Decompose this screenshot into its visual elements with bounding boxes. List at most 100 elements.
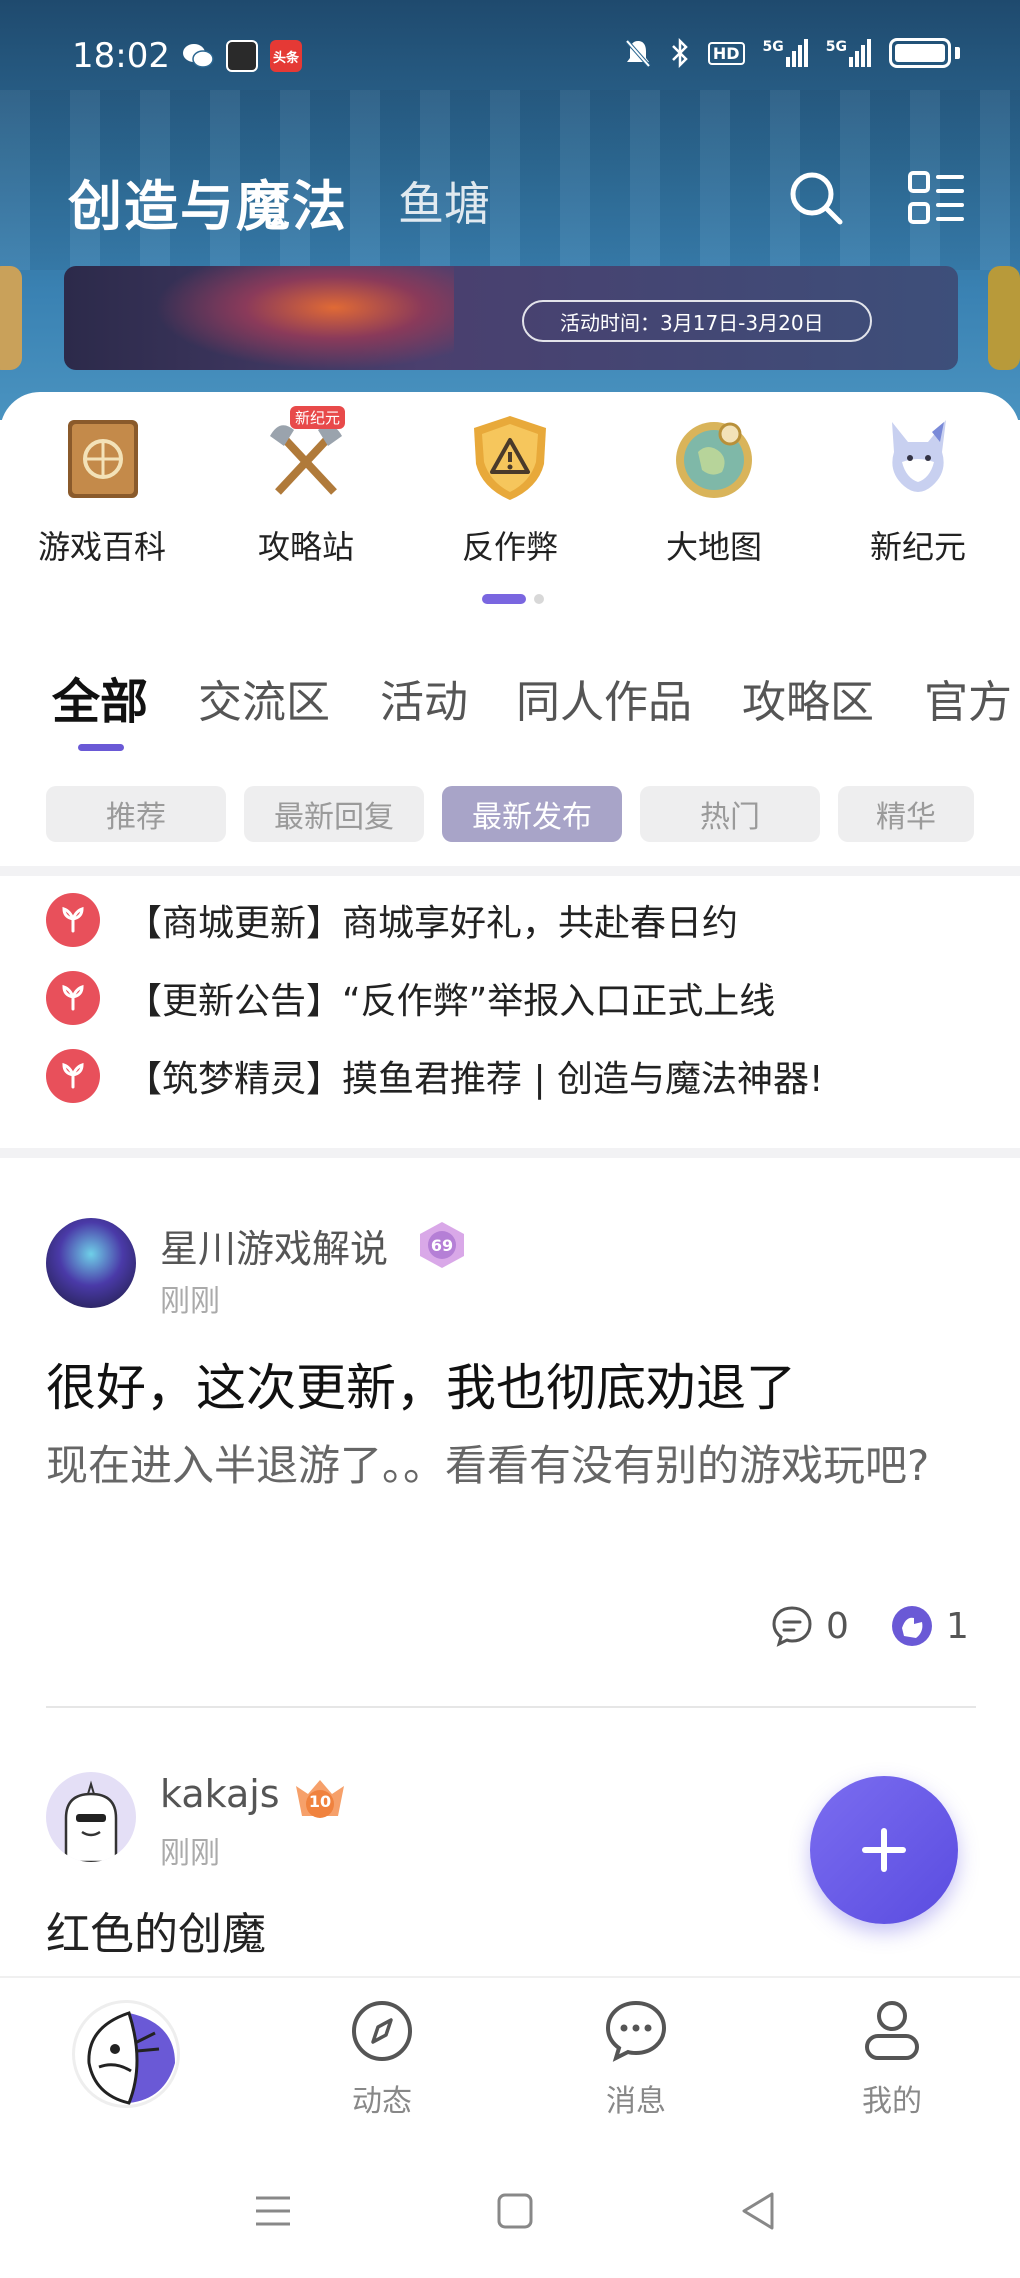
shortcut-encyclopedia[interactable]: 游戏百科 [22,412,182,568]
encyclopedia-book-icon [56,412,148,504]
pager-dot-active [482,594,526,604]
nav-feed[interactable]: 动态 [312,1998,452,2120]
tab-fan-works[interactable]: 同人作品 [516,666,692,730]
pin-icon [46,1049,100,1103]
pager-dot [534,594,544,604]
shortcut-anti-cheat[interactable]: 反作弊 [430,412,590,568]
pin-icon [46,971,100,1025]
signal-5g-1: 5G [763,39,808,67]
category-menu-icon[interactable] [906,168,966,228]
notice-item[interactable]: 【筑梦精灵】摸鱼君推荐 | 创造与魔法神器! [0,1036,1020,1116]
level-number: 10 [308,1791,332,1811]
page-title: 创造与魔法 [68,175,348,238]
create-post-button[interactable] [810,1776,958,1924]
crossed-axes-icon: 新纪元 [260,406,352,504]
chip-latest-reply[interactable]: 最新回复 [244,786,424,842]
creature-icon [872,412,964,504]
title-bar: 创造与魔法 鱼塘 [0,150,1020,250]
nav-label: 我的 [862,2084,922,2119]
nav-messages[interactable]: 消息 [566,1998,706,2120]
banner-dragon-art [154,266,454,370]
signal-5g-2: 5G [826,39,871,67]
comment-icon [772,1606,812,1647]
notice-text: 【更新公告】“反作弊”举报入口正式上线 [126,981,776,1022]
comment-count-value: 0 [826,1605,849,1647]
fish-home-icon [87,2011,175,2105]
shortcut-label: 游戏百科 [37,528,166,566]
like-count[interactable]: 1 [888,1602,969,1650]
activity-banner[interactable]: 活动时间：3月17日-3月20日 [64,266,958,370]
system-nav-bar [0,2146,1020,2278]
notice-item[interactable]: 【商城更新】商城享好礼，共赴春日约 [0,880,1020,960]
banner-activity-time: 活动时间：3月17日-3月20日 [522,300,872,342]
avatar[interactable] [46,1772,136,1862]
section-divider [0,866,1020,876]
tab-active-indicator [78,744,124,751]
shortcut-label: 新纪元 [869,528,966,566]
person-icon [865,2001,919,2060]
shortcut-label: 反作弊 [461,528,558,566]
section-divider [0,1148,1020,1158]
comment-count[interactable]: 0 [768,1602,849,1650]
world-map-icon [668,412,760,504]
compass-icon [352,2001,412,2061]
chip-latest-post[interactable]: 最新发布 [442,786,622,842]
shortcut-grid: 游戏百科 新纪元 攻略站 反作弊 大地图 新纪元 [0,406,1020,572]
tab-discussion[interactable]: 交流区 [198,666,330,730]
pin-icon [46,893,100,947]
tab-official[interactable]: 官方 [924,666,1012,730]
nav-profile[interactable]: 我的 [822,1998,962,2120]
game-app-icon [226,40,258,72]
author-name[interactable]: 星川游戏解说 [160,1218,388,1273]
back-triangle-icon[interactable] [734,2186,784,2236]
level-number: 69 [430,1235,454,1255]
recent-apps-icon[interactable] [248,2186,298,2236]
level-badge: 69 [414,1220,470,1270]
status-bar: 18:02 头条 HD 5G 5G [0,0,1020,110]
post-time: 刚刚 [160,1836,220,1871]
nav-home[interactable] [72,2000,180,2108]
post-time: 刚刚 [160,1284,220,1319]
search-icon[interactable] [786,168,846,228]
banner-next-peek[interactable] [988,266,1020,370]
sort-chips: 推荐 最新回复 最新发布 热门 精华 [0,786,1020,844]
status-indicators: HD 5G 5G [624,38,960,68]
like-count-value: 1 [946,1605,969,1647]
chip-recommend[interactable]: 推荐 [46,786,226,842]
notice-item[interactable]: 【更新公告】“反作弊”举报入口正式上线 [0,958,1020,1038]
shortcut-new-era[interactable]: 新纪元 [838,412,998,568]
shortcut-guide-station[interactable]: 新纪元 攻略站 [226,406,386,568]
bottom-nav: 动态 消息 我的 [0,1976,1020,2146]
chip-hot[interactable]: 热门 [640,786,820,842]
banner-prev-peek[interactable] [0,266,22,370]
warning-shield-icon [464,412,556,504]
tab-events[interactable]: 活动 [380,666,468,730]
chip-featured[interactable]: 精华 [838,786,974,842]
tab-yutang[interactable]: 鱼塘 [398,168,490,234]
net-label-2: 5G [825,39,847,55]
tab-all[interactable]: 全部 [52,662,148,732]
nav-label: 动态 [352,2084,412,2119]
avatar[interactable] [46,1218,136,1308]
home-square-icon[interactable] [490,2186,540,2236]
category-tabs: 全部 交流区 活动 同人作品 攻略区 官方 [0,662,1020,752]
shortcut-label: 攻略站 [257,528,354,566]
post-title[interactable]: 很好，这次更新，我也彻底劝退了 [46,1348,796,1420]
notice-text: 【筑梦精灵】摸鱼君推荐 | 创造与魔法神器! [126,1059,824,1100]
status-app-icons: 头条 [182,40,302,72]
post-body[interactable]: 现在进入半退游了。。看看有没有别的游戏玩吧? [46,1436,976,1496]
wechat-icon [182,40,214,72]
tab-guides[interactable]: 攻略区 [742,666,874,730]
toutiao-icon: 头条 [270,40,302,72]
mute-bell-icon [625,39,651,68]
plus-icon [862,1828,906,1872]
hd-badge: HD [707,41,745,65]
shortcut-world-map[interactable]: 大地图 [634,412,794,568]
shortcut-label: 大地图 [665,528,762,566]
status-time: 18:02 [72,36,170,76]
like-icon [892,1606,932,1646]
new-era-badge: 新纪元 [290,406,346,429]
author-name[interactable]: kakajs [160,1772,280,1816]
level-badge: 10 [292,1776,348,1826]
post-title[interactable]: 红色的创魔 [46,1898,266,1962]
